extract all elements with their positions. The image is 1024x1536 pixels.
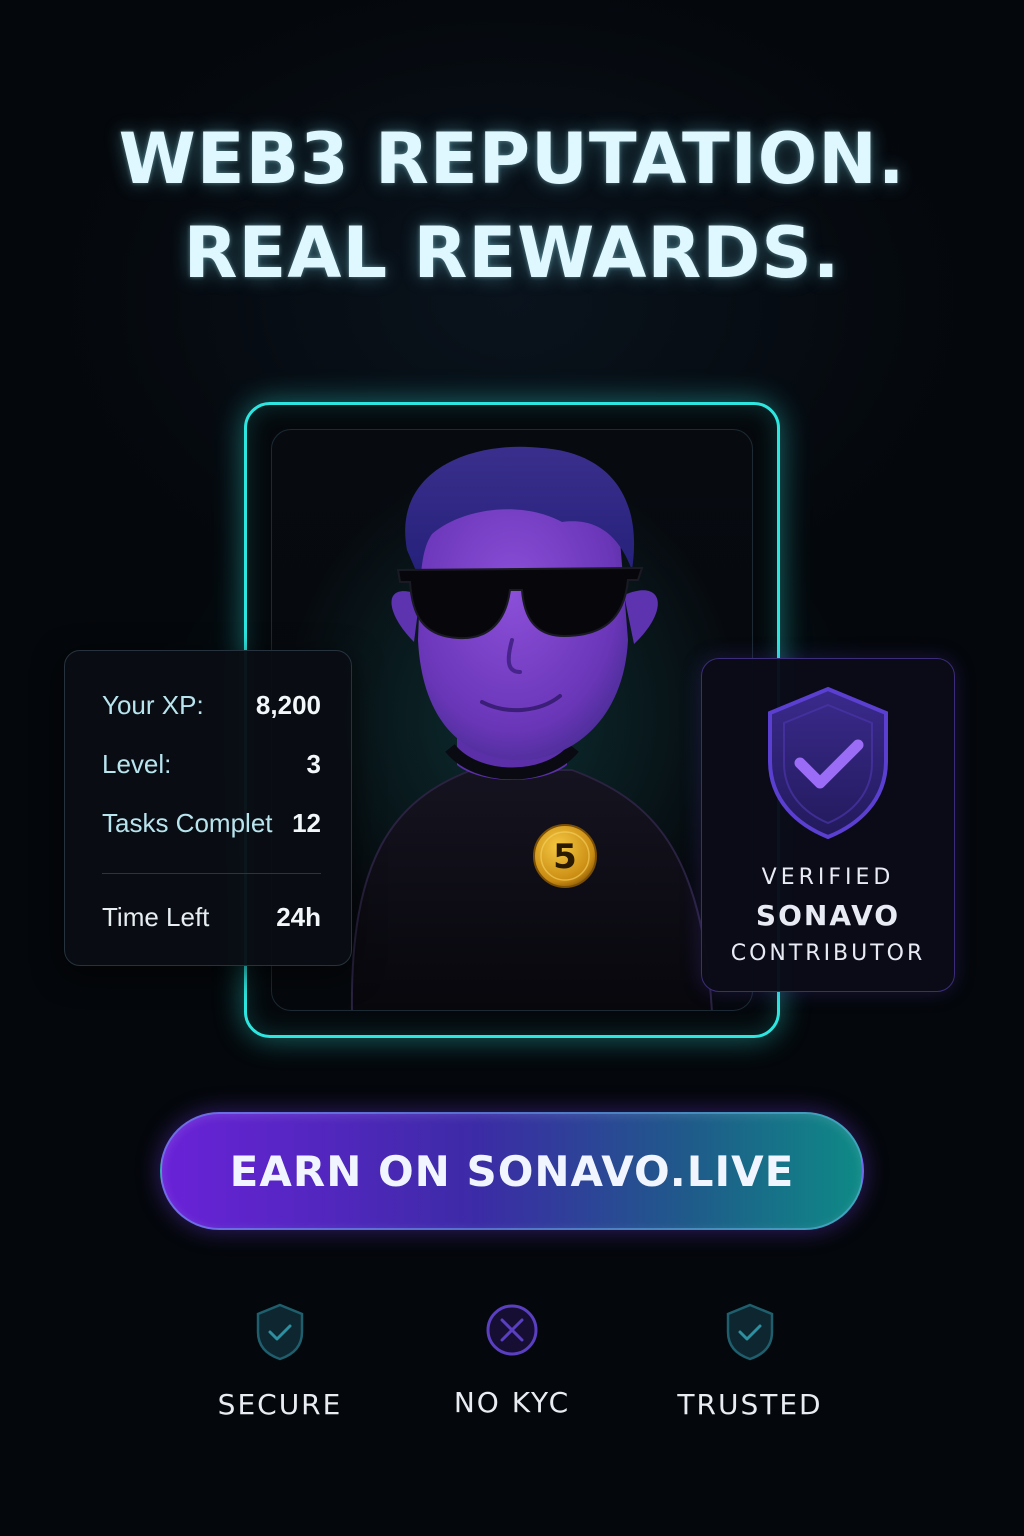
stat-row-time: Time Left 24h xyxy=(102,897,321,937)
time-label: Time Left xyxy=(102,901,210,932)
tasks-value: 12 xyxy=(292,807,321,838)
stat-row-tasks: Tasks Complet 12 xyxy=(102,803,321,843)
headline-line-2: REAL REWARDS. xyxy=(183,212,841,294)
badge-secure: SECURE xyxy=(170,1302,390,1421)
headline-line-1: WEB3 REPUTATION. xyxy=(118,118,906,200)
stats-divider xyxy=(102,873,321,874)
tasks-label: Tasks Complet xyxy=(102,807,273,838)
verified-line-3: CONTRIBUTOR xyxy=(730,941,926,966)
badge-trusted: TRUSTED xyxy=(640,1302,860,1421)
coin-badge-number: 5 xyxy=(553,837,577,877)
x-circle-icon xyxy=(486,1304,538,1356)
level-value: 3 xyxy=(306,748,321,779)
shield-check-icon xyxy=(726,1303,774,1361)
badge-trusted-label: TRUSTED xyxy=(677,1388,823,1421)
shield-check-icon xyxy=(768,686,888,840)
badge-secure-label: SECURE xyxy=(217,1388,343,1421)
badge-no-kyc-label: NO KYC xyxy=(453,1386,571,1419)
cta-label: EARN ON SONAVO.LIVE xyxy=(229,1146,795,1196)
verified-contributor-card: VERIFIED SONAVO CONTRIBUTOR xyxy=(701,658,955,992)
stat-row-xp: Your XP: 8,200 xyxy=(102,685,321,725)
headline: WEB3 REPUTATION. REAL REWARDS. xyxy=(0,112,1024,300)
badge-no-kyc: NO KYC xyxy=(402,1302,622,1419)
verified-line-2: SONAVO xyxy=(755,899,901,932)
stat-row-level: Level: 3 xyxy=(102,744,321,784)
earn-cta-button[interactable]: EARN ON SONAVO.LIVE xyxy=(160,1112,864,1230)
xp-label: Your XP: xyxy=(102,689,204,720)
time-value: 24h xyxy=(276,901,321,932)
level-label: Level: xyxy=(102,748,172,779)
verified-line-1: VERIFIED xyxy=(761,865,895,890)
stats-card: Your XP: 8,200 Level: 3 Tasks Complet 12… xyxy=(64,650,352,966)
xp-value: 8,200 xyxy=(255,689,321,720)
shield-check-icon xyxy=(256,1303,304,1361)
